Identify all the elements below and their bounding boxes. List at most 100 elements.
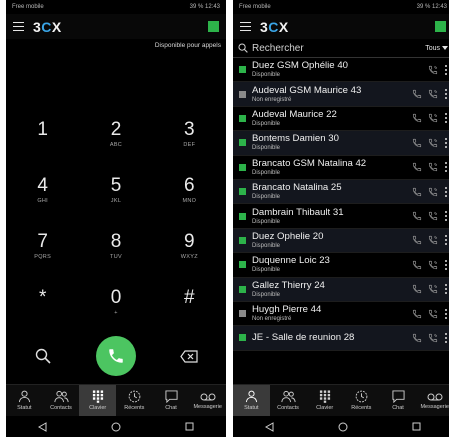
back-icon[interactable] [255,419,285,435]
key-9[interactable]: 9 WXYZ [153,218,226,274]
bottom-nav: Statut Contacts Clavier Récents Chat Mes… [6,384,226,416]
contact-name: Gallez Thierry 24 [252,279,325,291]
contact-search-bar[interactable]: Rechercher Tous [233,39,449,58]
carrier-signal-text: Free mobile [239,4,271,10]
more-options-icon[interactable] [443,332,449,344]
more-options-icon[interactable] [443,308,449,320]
contact-row[interactable]: Duez Ophelie 20 Disponible [233,228,449,254]
contact-row[interactable]: Audeval Maurice 22 Disponible [233,107,449,132]
tab-messagerie[interactable]: Messagerie [189,385,226,416]
call-mobile-icon[interactable] [427,234,439,246]
recents-square-icon[interactable] [401,419,431,435]
presence-indicator [239,236,246,244]
key-2[interactable]: 2 ABC [79,106,152,162]
tab-clavier[interactable]: Clavier [79,385,117,416]
key-7[interactable]: 7 PQRS [6,218,79,274]
key-1[interactable]: 1 [6,106,79,162]
call-phone-icon[interactable] [411,259,423,271]
presence-status-square[interactable] [435,21,446,32]
call-phone-icon[interactable] [411,210,423,222]
call-mobile-icon[interactable] [427,308,439,320]
recents-square-icon[interactable] [174,419,204,435]
key-5[interactable]: 5 JKL [79,162,152,218]
contact-row[interactable]: Dambrain Thibault 31 Disponible [233,204,449,229]
call-phone-icon[interactable] [411,137,423,149]
filter-dropdown[interactable]: Tous [425,45,448,52]
contacts-icon [53,390,69,403]
tab-chat[interactable]: Chat [153,385,190,416]
backspace-icon[interactable] [169,336,209,376]
contact-row[interactable]: Duez GSM Ophélie 40 Disponible [233,58,449,83]
contact-row[interactable]: Bontems Damien 30 Disponible [233,131,449,156]
call-phone-icon[interactable] [411,161,423,173]
tab-contacts[interactable]: Contacts [43,385,80,416]
presence-status-square[interactable] [208,21,219,32]
home-icon[interactable] [328,419,358,435]
more-options-icon[interactable] [443,186,449,198]
search-input[interactable]: Rechercher [252,43,425,54]
presence-indicator [239,261,246,269]
app-logo: 3CX [260,18,289,35]
call-phone-icon[interactable] [411,88,423,100]
call-mobile-icon[interactable] [427,161,439,173]
more-options-icon[interactable] [443,161,449,173]
more-options-icon[interactable] [443,88,449,100]
contact-row[interactable]: Audeval GSM Maurice 43 Non enregistré [233,82,449,107]
contact-actions [427,64,449,76]
tab-statut[interactable]: Statut [233,385,270,416]
contact-row[interactable]: Brancato Natalina 25 Disponible [233,179,449,205]
call-phone-icon[interactable] [411,332,423,344]
call-mobile-icon[interactable] [427,88,439,100]
call-mobile-icon[interactable] [427,112,439,124]
more-options-icon[interactable] [443,64,449,76]
key-4[interactable]: 4 GHI [6,162,79,218]
call-mobile-icon[interactable] [427,186,439,198]
key-0[interactable]: 0 + [79,274,152,330]
more-options-icon[interactable] [443,283,449,295]
contact-actions [411,283,449,295]
call-mobile-icon[interactable] [427,259,439,271]
tab-recents[interactable]: Récents [116,385,153,416]
tab-chat[interactable]: Chat [380,385,417,416]
tab-statut[interactable]: Statut [6,385,43,416]
tab-messagerie[interactable]: Messagerie [416,385,449,416]
filter-label: Tous [425,44,440,52]
call-phone-icon[interactable] [411,308,423,320]
contact-info: Bontems Damien 30 Disponible [252,133,411,152]
call-mobile-icon[interactable] [427,64,439,76]
more-options-icon[interactable] [443,234,449,246]
contact-info: Huygh Pierre 44 Non enregistré [252,304,411,323]
key-3[interactable]: 3 DEF [153,106,226,162]
call-phone-icon[interactable] [411,186,423,198]
more-options-icon[interactable] [443,210,449,222]
call-phone-icon[interactable] [411,112,423,124]
call-mobile-icon[interactable] [427,283,439,295]
key-hash[interactable]: # [153,274,226,330]
menu-icon[interactable] [240,22,251,31]
more-options-icon[interactable] [443,137,449,149]
key-star[interactable]: * [6,274,79,330]
home-icon[interactable] [101,419,131,435]
contact-row[interactable]: Gallez Thierry 24 Disponible [233,277,449,302]
more-options-icon[interactable] [443,112,449,124]
contact-row[interactable]: Duquenne Loic 23 Disponible [233,253,449,278]
key-6[interactable]: 6 MNO [153,162,226,218]
tab-contacts[interactable]: Contacts [270,385,307,416]
call-phone-icon[interactable] [411,283,423,295]
search-icon[interactable] [23,336,63,376]
menu-icon[interactable] [13,22,24,31]
back-icon[interactable] [28,419,58,435]
call-mobile-icon[interactable] [427,210,439,222]
contact-row[interactable]: Huygh Pierre 44 Non enregistré [233,302,449,327]
contact-row[interactable]: Brancato GSM Natalina 42 Disponible [233,156,449,180]
tab-clavier[interactable]: Clavier [306,385,343,416]
call-button[interactable] [95,336,136,376]
presence-indicator [239,310,246,318]
contact-row[interactable]: JE - Salle de reunion 28 [233,326,449,351]
call-mobile-icon[interactable] [427,332,439,344]
call-phone-icon[interactable] [411,234,423,246]
call-mobile-icon[interactable] [427,137,439,149]
more-options-icon[interactable] [443,259,449,271]
tab-recents[interactable]: Récents [343,385,380,416]
key-8[interactable]: 8 TUV [79,218,152,274]
